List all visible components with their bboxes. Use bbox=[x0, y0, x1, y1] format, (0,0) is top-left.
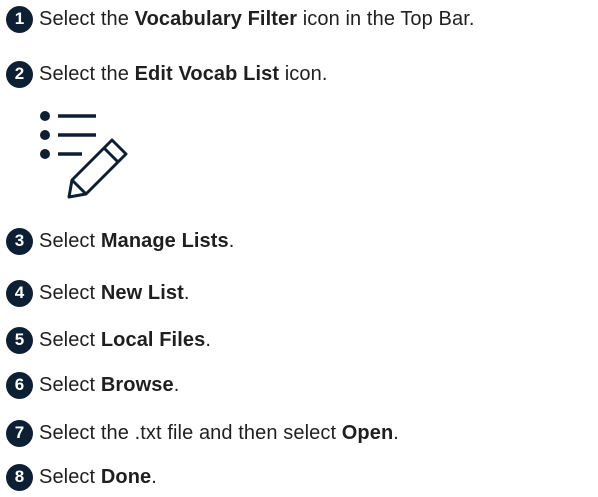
step-number-badge: 3 bbox=[6, 227, 33, 255]
step-text: Select Manage Lists. bbox=[39, 229, 235, 252]
step-number-badge: 6 bbox=[6, 371, 33, 399]
step-highlight: Manage Lists bbox=[100, 229, 229, 252]
step-1: 1 Select the Vocabulary Filter icon in t… bbox=[6, 4, 475, 34]
step-text: Select the Vocabulary Filter icon in the… bbox=[39, 7, 475, 30]
step-number-badge: 5 bbox=[6, 326, 33, 354]
step-text: Select the .txt file and then select Ope… bbox=[39, 421, 399, 444]
step-text: Select Local Files. bbox=[39, 328, 211, 351]
step-highlight: Vocabulary Filter bbox=[134, 7, 298, 30]
step-5: 5 Select Local Files. bbox=[6, 325, 211, 355]
edit-list-icon bbox=[40, 111, 128, 199]
step-7: 7 Select the .txt file and then select O… bbox=[6, 418, 399, 448]
step-text: Select Browse. bbox=[39, 373, 180, 396]
step-highlight: Open bbox=[341, 421, 394, 444]
step-highlight: New List bbox=[100, 281, 184, 304]
step-2: 2 Select the Edit Vocab List icon. bbox=[6, 59, 328, 89]
step-number-badge: 2 bbox=[6, 60, 33, 88]
step-highlight: Local Files bbox=[100, 328, 206, 351]
step-highlight: Done bbox=[100, 465, 152, 488]
step-highlight: Edit Vocab List bbox=[134, 62, 280, 85]
step-text: Select the Edit Vocab List icon. bbox=[39, 62, 328, 85]
step-number-badge: 4 bbox=[6, 279, 33, 307]
step-highlight: Browse bbox=[100, 373, 174, 396]
step-number-badge: 7 bbox=[6, 419, 33, 447]
step-text: Select Done. bbox=[39, 465, 157, 488]
step-number-badge: 1 bbox=[6, 5, 33, 33]
step-number-badge: 8 bbox=[6, 463, 33, 491]
step-text: Select New List. bbox=[39, 281, 190, 304]
step-3: 3 Select Manage Lists. bbox=[6, 226, 234, 256]
step-4: 4 Select New List. bbox=[6, 278, 190, 308]
step-8: 8 Select Done. bbox=[6, 462, 157, 492]
step-6: 6 Select Browse. bbox=[6, 370, 179, 400]
